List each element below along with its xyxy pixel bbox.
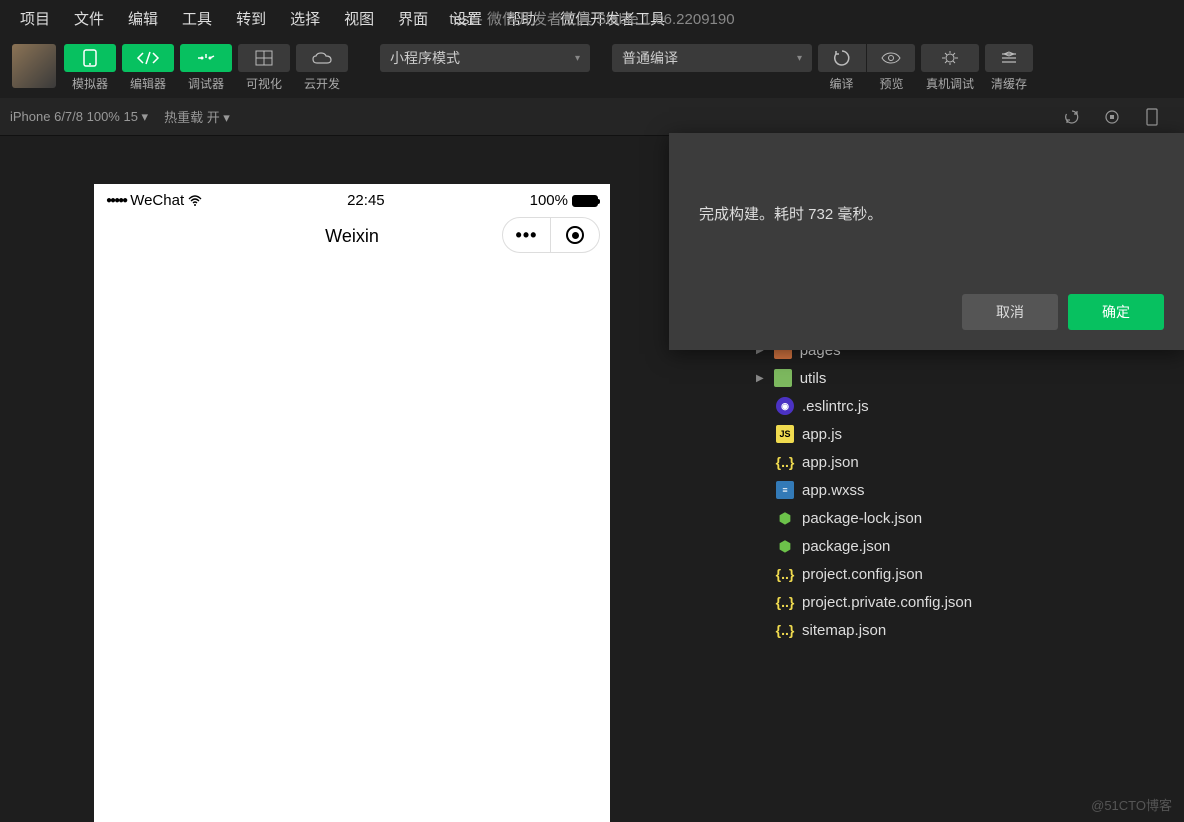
battery-percent: 100% (530, 192, 568, 209)
file-eslintrc[interactable]: ◉ .eslintrc.js (732, 392, 1184, 420)
chevron-down-icon: ▾ (797, 53, 802, 64)
menu-select[interactable]: 选择 (280, 4, 330, 33)
menu-goto[interactable]: 转到 (226, 4, 276, 33)
visualize-button[interactable] (238, 44, 290, 72)
chevron-right-icon: ▶ (756, 373, 764, 384)
menu-tools[interactable]: 工具 (172, 4, 222, 33)
file-app-json[interactable]: {..} app.json (732, 448, 1184, 476)
node-icon: ⬢ (776, 537, 794, 555)
real-device-label: 真机调试 (926, 75, 974, 92)
cloud-label: 云开发 (304, 75, 340, 92)
mode-dropdown[interactable]: 小程序模式▾ (380, 44, 590, 72)
file-project-private-config[interactable]: {..} project.private.config.json (732, 588, 1184, 616)
modal-message: 完成构建。耗时 732 毫秒。 (689, 203, 1164, 224)
simulator-pane: ●●●●● WeChat 22:45 100% Weixin ••• (0, 136, 704, 822)
cancel-button[interactable]: 取消 (962, 294, 1058, 330)
toolbar: 模拟器 编辑器 调试器 可视化 云开发 小程序模式▾ 普通编译▾ (0, 36, 1184, 98)
eslint-icon: ◉ (776, 397, 794, 415)
clear-cache-button[interactable] (985, 44, 1033, 72)
phone-mockup: ●●●●● WeChat 22:45 100% Weixin ••• (94, 184, 610, 822)
phone-time: 22:45 (347, 192, 385, 209)
preview-label: 预览 (880, 75, 904, 92)
watermark: @51CTO博客 (1091, 795, 1172, 814)
simulator-button[interactable] (64, 44, 116, 72)
hot-reload-toggle[interactable]: 热重载 开 ▾ (164, 107, 230, 126)
json-icon: {..} (776, 453, 794, 471)
preview-button[interactable] (867, 44, 915, 72)
refresh-icon[interactable] (1062, 107, 1082, 127)
folder-utils[interactable]: ▶ utils (732, 364, 1184, 392)
window-title: test - 微信开发者工具 Stable 1.06.2209190 (342, 8, 842, 29)
simulator-label: 模拟器 (72, 75, 108, 92)
menu-project[interactable]: 项目 (10, 4, 60, 33)
menu-capsule: ••• (502, 217, 600, 253)
stop-icon[interactable] (1102, 107, 1122, 127)
debugger-button[interactable] (180, 44, 232, 72)
compile-label: 编译 (829, 75, 853, 92)
menu-edit[interactable]: 编辑 (118, 4, 168, 33)
json-icon: {..} (776, 565, 794, 583)
compile-dropdown[interactable]: 普通编译▾ (612, 44, 812, 72)
wifi-icon (188, 195, 202, 206)
js-icon: JS (776, 425, 794, 443)
subbar: iPhone 6/7/8 100% 15 ▾ 热重载 开 ▾ (0, 98, 1184, 136)
menu-file[interactable]: 文件 (64, 4, 114, 33)
json-icon: {..} (776, 621, 794, 639)
compile-button[interactable] (818, 44, 866, 72)
json-icon: {..} (776, 593, 794, 611)
capsule-menu-button[interactable]: ••• (503, 218, 551, 252)
capsule-close-button[interactable] (551, 218, 599, 252)
file-sitemap-json[interactable]: {..} sitemap.json (732, 616, 1184, 644)
real-device-button[interactable] (921, 44, 979, 72)
battery-icon (572, 195, 598, 207)
file-app-wxss[interactable]: ≡ app.wxss (732, 476, 1184, 504)
carrier-label: WeChat (130, 192, 184, 209)
cloud-button[interactable] (296, 44, 348, 72)
device-icon[interactable] (1142, 107, 1162, 127)
folder-icon (774, 369, 792, 387)
device-selector[interactable]: iPhone 6/7/8 100% 15 ▾ (10, 109, 148, 125)
phone-nav-bar: Weixin ••• (94, 213, 610, 259)
clear-cache-label: 清缓存 (991, 75, 1027, 92)
node-icon: ⬢ (776, 509, 794, 527)
page-title: Weixin (325, 226, 379, 247)
visualize-label: 可视化 (246, 75, 282, 92)
build-complete-modal: 完成构建。耗时 732 毫秒。 取消 确定 (669, 133, 1184, 350)
editor-button[interactable] (122, 44, 174, 72)
signal-icon: ●●●●● (106, 195, 126, 206)
wxss-icon: ≡ (776, 481, 794, 499)
file-project-config[interactable]: {..} project.config.json (732, 560, 1184, 588)
chevron-down-icon: ▾ (575, 53, 580, 64)
file-package-json[interactable]: ⬢ package.json (732, 532, 1184, 560)
avatar[interactable] (12, 44, 56, 88)
file-package-lock[interactable]: ⬢ package-lock.json (732, 504, 1184, 532)
ok-button[interactable]: 确定 (1068, 294, 1164, 330)
editor-label: 编辑器 (130, 75, 166, 92)
phone-status-bar: ●●●●● WeChat 22:45 100% (94, 184, 610, 213)
debugger-label: 调试器 (188, 75, 224, 92)
file-app-js[interactable]: JS app.js (732, 420, 1184, 448)
